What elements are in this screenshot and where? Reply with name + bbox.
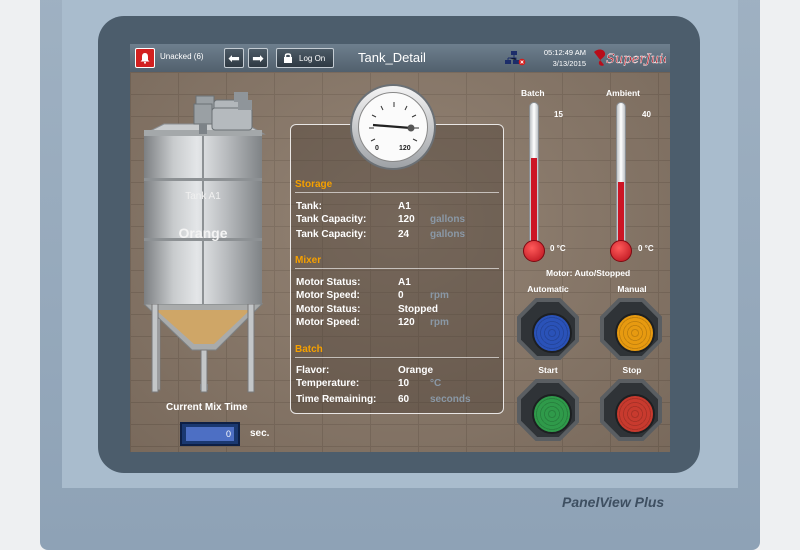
time-label: 05:12:49 AM (543, 48, 586, 57)
pressure-gauge: 0 120 (350, 84, 436, 170)
row-unit: °C (430, 378, 442, 389)
svg-text:SuperJuice: SuperJuice (606, 52, 666, 67)
gauge-needle (369, 102, 419, 142)
row-key: Motor Speed: (296, 290, 360, 301)
thermometer-bulb (523, 240, 545, 262)
button-housing (521, 302, 575, 356)
bell-icon (140, 53, 150, 64)
row-unit: rpm (430, 290, 449, 301)
row-value: Stopped (398, 304, 438, 315)
batch-thermometer-title: Batch (521, 88, 545, 98)
row-key: Motor Status: (296, 277, 361, 288)
row-unit: seconds (430, 394, 471, 405)
mix-time-value: 0 (186, 427, 234, 441)
section-divider (295, 268, 499, 269)
mix-time-display: 0 (180, 422, 240, 446)
unacked-alarms-label[interactable]: Unacked (6) (160, 52, 204, 61)
arrow-right-icon: ➡ (252, 50, 264, 66)
mixer-motor (193, 100, 253, 134)
start-lamp (532, 394, 572, 434)
row-value: 60 (398, 394, 410, 405)
arrow-left-icon: ⬅ (228, 50, 240, 66)
row-key: Temperature: (296, 378, 360, 389)
gauge-min-label: 0 (375, 145, 379, 152)
lock-icon (284, 53, 292, 63)
row-value: 24 (398, 229, 410, 240)
row-key: Tank: (296, 201, 322, 212)
date-label: 3/13/2015 (552, 59, 586, 68)
row-value: A1 (398, 277, 411, 288)
tank-label: Tank A1 (185, 191, 221, 202)
network-status-icon[interactable] (504, 50, 526, 66)
ambient-thermometer-fill (618, 182, 624, 247)
gauge-max-label: 120 (399, 145, 411, 152)
thermometer-bulb (610, 240, 632, 262)
device-brand: PanelView Plus (562, 494, 665, 510)
button-housing (604, 302, 658, 356)
row-key: Tank Capacity: (296, 214, 367, 225)
row-value: 120 (398, 317, 415, 328)
row-unit: rpm (430, 317, 449, 328)
alarm-button[interactable] (135, 48, 155, 68)
row-unit: gallons (430, 214, 466, 225)
header-bar: Unacked (6) ⬅ ➡ Log On Tank_Detail 05:12… (130, 44, 670, 72)
start-label: Start (538, 365, 558, 375)
batch-temp-value: 15 (554, 110, 563, 119)
page-title: Tank_Detail (358, 50, 426, 65)
gauge-face: 0 120 (358, 92, 428, 162)
clock: 05:12:49 AM 3/13/2015 (538, 47, 586, 69)
row-value: A1 (398, 201, 411, 212)
forward-button[interactable]: ➡ (248, 48, 268, 68)
storage-heading: Storage (295, 179, 333, 190)
button-housing (521, 383, 575, 437)
ambient-thermometer (616, 102, 626, 248)
tank-cone-legs (143, 304, 263, 393)
manual-label: Manual (617, 284, 647, 294)
hmi-screen: Unacked (6) ⬅ ➡ Log On Tank_Detail 05:12… (130, 44, 670, 452)
row-value: 10 (398, 378, 410, 389)
logon-label: Log On (299, 54, 326, 63)
row-value: 0 (398, 290, 404, 301)
ambient-temp-value: 40 (642, 110, 651, 119)
mix-time-unit: sec. (250, 428, 270, 439)
row-key: Tank Capacity: (296, 229, 367, 240)
row-value: 120 (398, 214, 415, 225)
row-value: Orange (398, 365, 434, 376)
row-key: Time Remaining: (296, 394, 377, 405)
row-key: Flavor: (296, 365, 330, 376)
tank-seam (202, 134, 204, 304)
batch-min-label: 0 °C (550, 244, 566, 253)
mix-time-label: Current Mix Time (166, 402, 248, 413)
automatic-lamp (532, 313, 572, 353)
motor-status-label: Motor: Auto/Stopped (546, 268, 631, 278)
ambient-thermometer-title: Ambient (606, 88, 640, 98)
superjuice-logo: SuperJuice (594, 49, 666, 67)
batch-thermometer (529, 102, 539, 248)
tank-flavor: Orange (178, 225, 228, 241)
automatic-label: Automatic (527, 284, 569, 294)
row-key: Motor Speed: (296, 317, 360, 328)
row-unit: gallons (430, 229, 466, 240)
stop-lamp (615, 394, 655, 434)
logon-button[interactable]: Log On (276, 48, 334, 68)
button-housing (604, 383, 658, 437)
batch-heading: Batch (295, 344, 323, 355)
back-button[interactable]: ⬅ (224, 48, 244, 68)
row-key: Motor Status: (296, 304, 361, 315)
stop-label: Stop (622, 365, 642, 375)
manual-lamp (615, 313, 655, 353)
ambient-min-label: 0 °C (638, 244, 654, 253)
section-divider (295, 192, 499, 193)
batch-thermometer-fill (531, 157, 537, 247)
mixer-heading: Mixer (295, 255, 322, 266)
section-divider (295, 357, 499, 358)
